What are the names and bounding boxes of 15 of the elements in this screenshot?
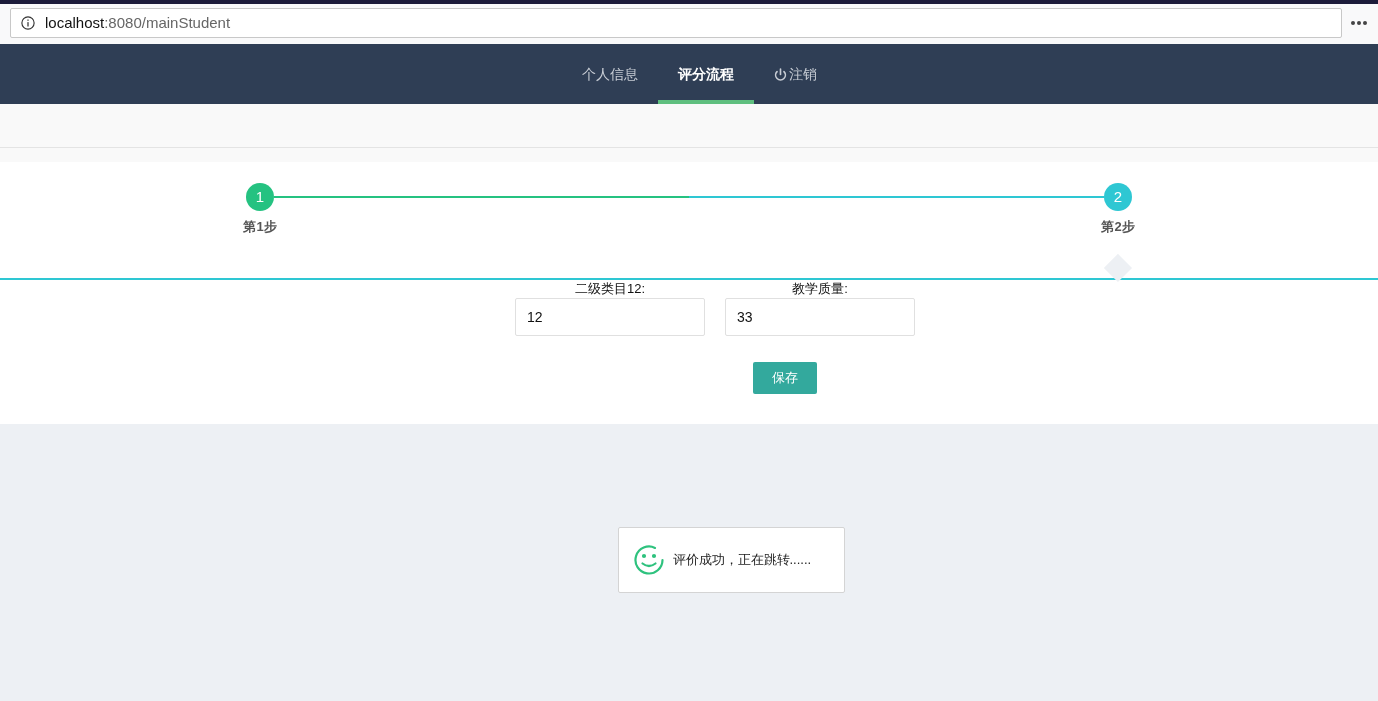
toast-message: 评价成功，正在跳转...... [672, 551, 812, 570]
smiley-icon [632, 544, 665, 576]
nav-tab[interactable]: 个人信息 [561, 44, 658, 104]
nav-tab[interactable]: 注销 [753, 44, 837, 104]
field-label: 教学质量: [792, 280, 848, 298]
more-icon[interactable] [1350, 20, 1368, 26]
url-text: localhost:8080/mainStudent [45, 12, 231, 33]
step-label: 第2步 [1101, 217, 1135, 236]
power-icon [773, 67, 787, 81]
address-bar[interactable]: localhost:8080/mainStudent [10, 8, 1342, 38]
step-label: 第1步 [243, 218, 277, 236]
input-field[interactable]: 12 [515, 298, 705, 336]
info-icon [21, 16, 35, 30]
input-field[interactable]: 33 [725, 298, 915, 336]
field-label: 二级类目12: [574, 280, 646, 298]
